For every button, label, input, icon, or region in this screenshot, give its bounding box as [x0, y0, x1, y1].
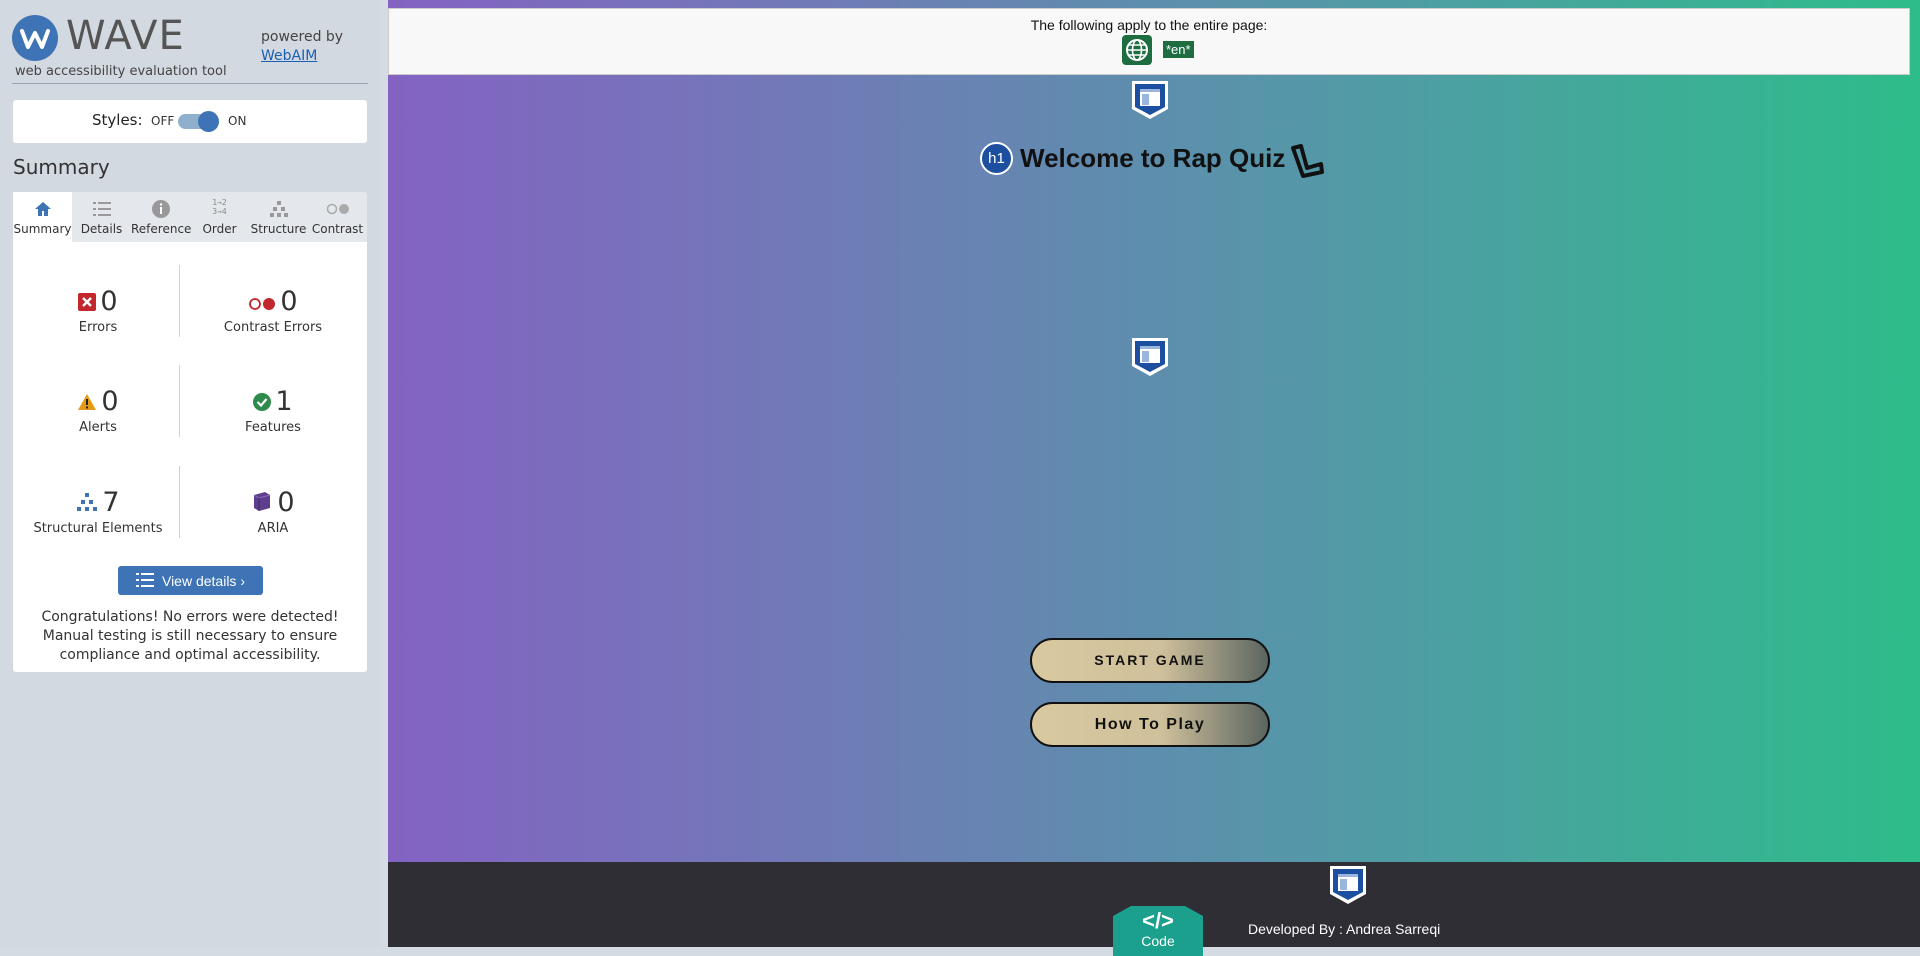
tab-details[interactable]: Details — [72, 192, 131, 242]
alert-icon — [77, 386, 97, 420]
summary-message: Congratulations! No errors were detected… — [41, 609, 339, 663]
summary-heading: Summary — [13, 155, 110, 179]
contrast-icon — [308, 194, 367, 222]
powered-by: powered by WebAIM — [261, 28, 343, 66]
styles-toggle-knob[interactable] — [198, 111, 219, 132]
features-count: 1 — [275, 386, 293, 417]
footer-landmark-icon[interactable] — [1328, 864, 1368, 910]
page-title: Welcome to Rap Quiz — [1020, 143, 1286, 173]
start-game-button[interactable]: START GAME — [1030, 638, 1270, 683]
tab-reference[interactable]: Reference — [131, 192, 192, 242]
page-wide-info-box: The following apply to the entire page: … — [388, 8, 1910, 75]
feature-check-icon — [253, 386, 272, 420]
page-wide-notice: The following apply to the entire page: — [1030, 17, 1268, 33]
language-globe-icon[interactable] — [1122, 35, 1152, 65]
divider — [12, 83, 368, 84]
aria-stat[interactable]: 0 ARIA — [179, 486, 367, 536]
view-details-label: View details › — [161, 573, 245, 589]
styles-label: Styles: — [92, 111, 143, 129]
summary-panel: 0 Errors 0 Contrast Errors 0 Alerts 1 Fe… — [13, 242, 367, 672]
rap-logo-icon — [1289, 142, 1325, 182]
tab-label: Details — [80, 222, 123, 236]
alerts-stat[interactable]: 0 Alerts — [13, 385, 183, 435]
wave-sidebar: WAVE web accessibility evaluation tool p… — [0, 0, 380, 947]
structural-label: Structural Elements — [33, 521, 163, 536]
tab-label: Summary — [13, 222, 72, 236]
tab-label: Reference — [131, 222, 192, 236]
contrast-errors-label: Contrast Errors — [223, 320, 323, 335]
errors-count: 0 — [100, 286, 118, 317]
alerts-label: Alerts — [79, 420, 117, 435]
order-icon: 1→2 3→4 — [212, 198, 227, 216]
page-footer: </> Code Developed By : Andrea Sarreqi — [388, 862, 1920, 956]
tab-label: Contrast — [311, 222, 364, 236]
aria-label: ARIA — [257, 521, 289, 536]
styles-off-label: OFF — [151, 114, 175, 128]
contrast-error-icon — [248, 286, 276, 320]
code-label: Code — [1141, 933, 1175, 949]
panel-divider[interactable] — [380, 0, 388, 947]
contrast-errors-count: 0 — [280, 286, 298, 317]
errors-stat[interactable]: 0 Errors — [13, 285, 183, 335]
tab-label: Order — [202, 222, 237, 236]
structure-icon — [249, 194, 308, 222]
webaim-link[interactable]: WebAIM — [261, 48, 317, 64]
structural-count: 7 — [102, 487, 120, 518]
powered-by-label: powered by — [261, 29, 344, 45]
aria-cube-icon — [251, 487, 273, 521]
code-icon: </> — [1142, 908, 1174, 933]
list-icon — [72, 194, 131, 222]
h1-badge-icon[interactable]: h1 — [980, 142, 1013, 175]
structural-elements-stat[interactable]: 7 Structural Elements — [13, 486, 183, 536]
wave-logo-icon — [12, 15, 58, 61]
code-link-button[interactable]: </> Code — [1113, 906, 1203, 956]
styles-on-label: ON — [228, 114, 247, 128]
contrast-errors-stat[interactable]: 0 Contrast Errors — [179, 285, 367, 335]
how-to-play-button[interactable]: How To Play — [1030, 702, 1270, 747]
styles-panel: Styles: OFF ON — [13, 100, 367, 143]
error-icon — [78, 286, 97, 320]
tab-label: Structure — [250, 222, 307, 236]
errors-label: Errors — [78, 320, 118, 335]
wave-tagline: web accessibility evaluation tool — [15, 64, 227, 79]
developer-credit: Developed By : Andrea Sarreqi — [1248, 921, 1441, 937]
structure-icon — [76, 487, 98, 521]
wave-logo-text: WAVE — [66, 13, 185, 59]
list-icon — [135, 568, 154, 597]
features-label: Features — [245, 420, 301, 435]
info-icon — [131, 194, 190, 222]
tab-contrast[interactable]: Contrast — [308, 192, 367, 242]
main-landmark-icon[interactable] — [1130, 336, 1168, 376]
panel-tabs: Summary Details Reference 1→2 3→4 Order S… — [13, 192, 367, 242]
language-badge: *en* — [1163, 41, 1194, 58]
tab-structure[interactable]: Structure — [249, 192, 308, 242]
aria-count: 0 — [277, 487, 295, 518]
view-details-button[interactable]: View details › — [118, 566, 263, 595]
features-stat[interactable]: 1 Features — [179, 385, 367, 435]
tab-order[interactable]: 1→2 3→4 Order — [190, 192, 249, 242]
header-landmark-icon[interactable] — [1130, 79, 1168, 119]
home-icon — [13, 194, 72, 222]
alerts-count: 0 — [101, 386, 119, 417]
tab-summary[interactable]: Summary — [13, 192, 72, 242]
wave-brand: WAVE web accessibility evaluation tool p… — [12, 12, 368, 82]
